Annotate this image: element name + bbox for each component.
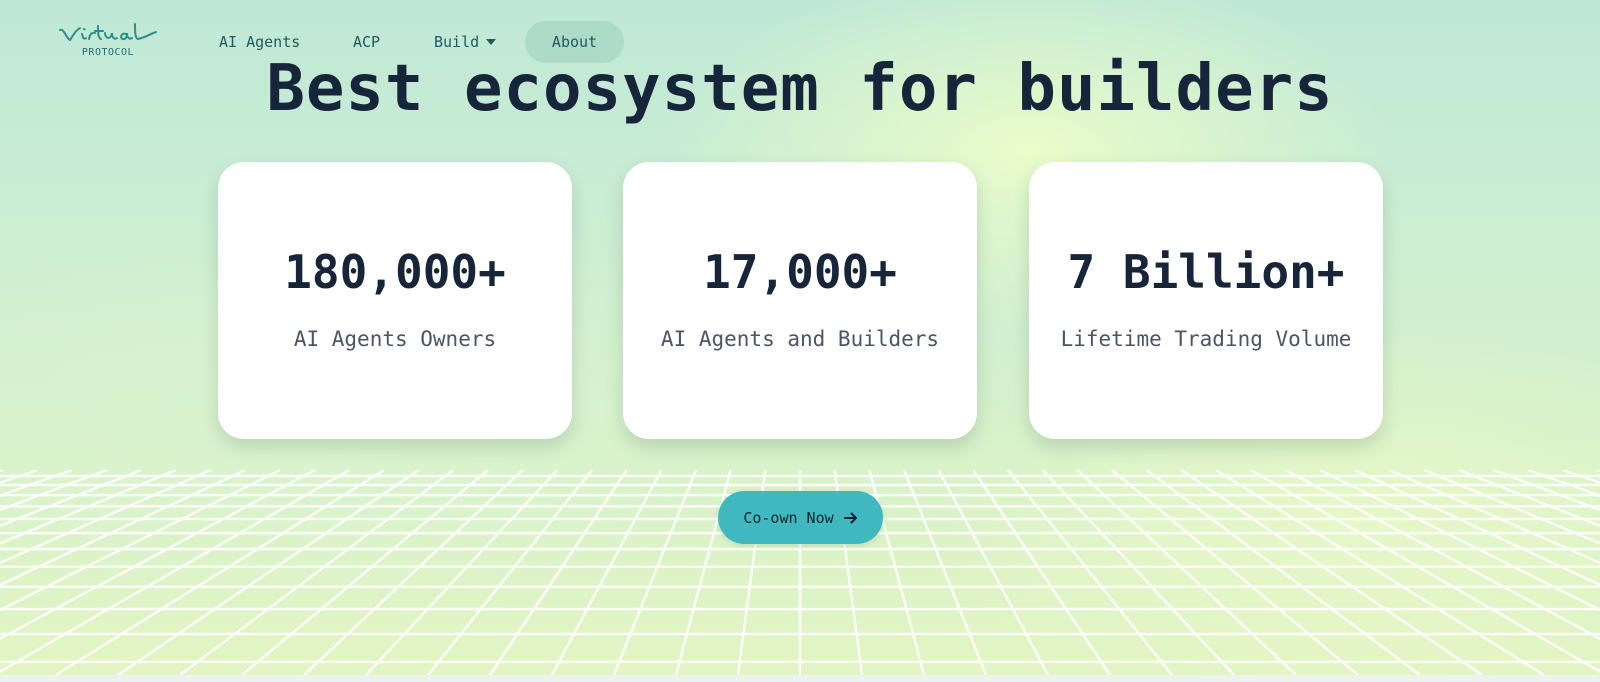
co-own-now-button[interactable]: Co-own Now [718, 491, 883, 544]
stat-label: AI Agents and Builders [660, 327, 940, 351]
stat-card-builders: 17,000+ AI Agents and Builders [623, 162, 977, 439]
stat-card-owners: 180,000+ AI Agents Owners [218, 162, 572, 439]
co-own-now-label: Co-own Now [743, 508, 834, 527]
caret-down-icon [486, 38, 497, 45]
logo-script-icon [59, 23, 157, 42]
stat-value: 17,000+ [703, 245, 897, 299]
page-title: Best ecosystem for builders [266, 52, 1334, 126]
bottom-strip [0, 675, 1600, 682]
arrow-right-icon [843, 512, 857, 523]
stat-card-volume: 7 Billion+ Lifetime Trading Volume [1029, 162, 1383, 439]
nav-item-build-label: Build [434, 33, 480, 51]
stat-label: Lifetime Trading Volume [1060, 327, 1352, 351]
stat-value: 7 Billion+ [1067, 245, 1345, 299]
page: PROTOCOL AI Agents ACP Build About Best … [0, 0, 1600, 682]
stat-value: 180,000+ [284, 245, 506, 299]
stat-label: AI Agents Owners [293, 327, 497, 351]
